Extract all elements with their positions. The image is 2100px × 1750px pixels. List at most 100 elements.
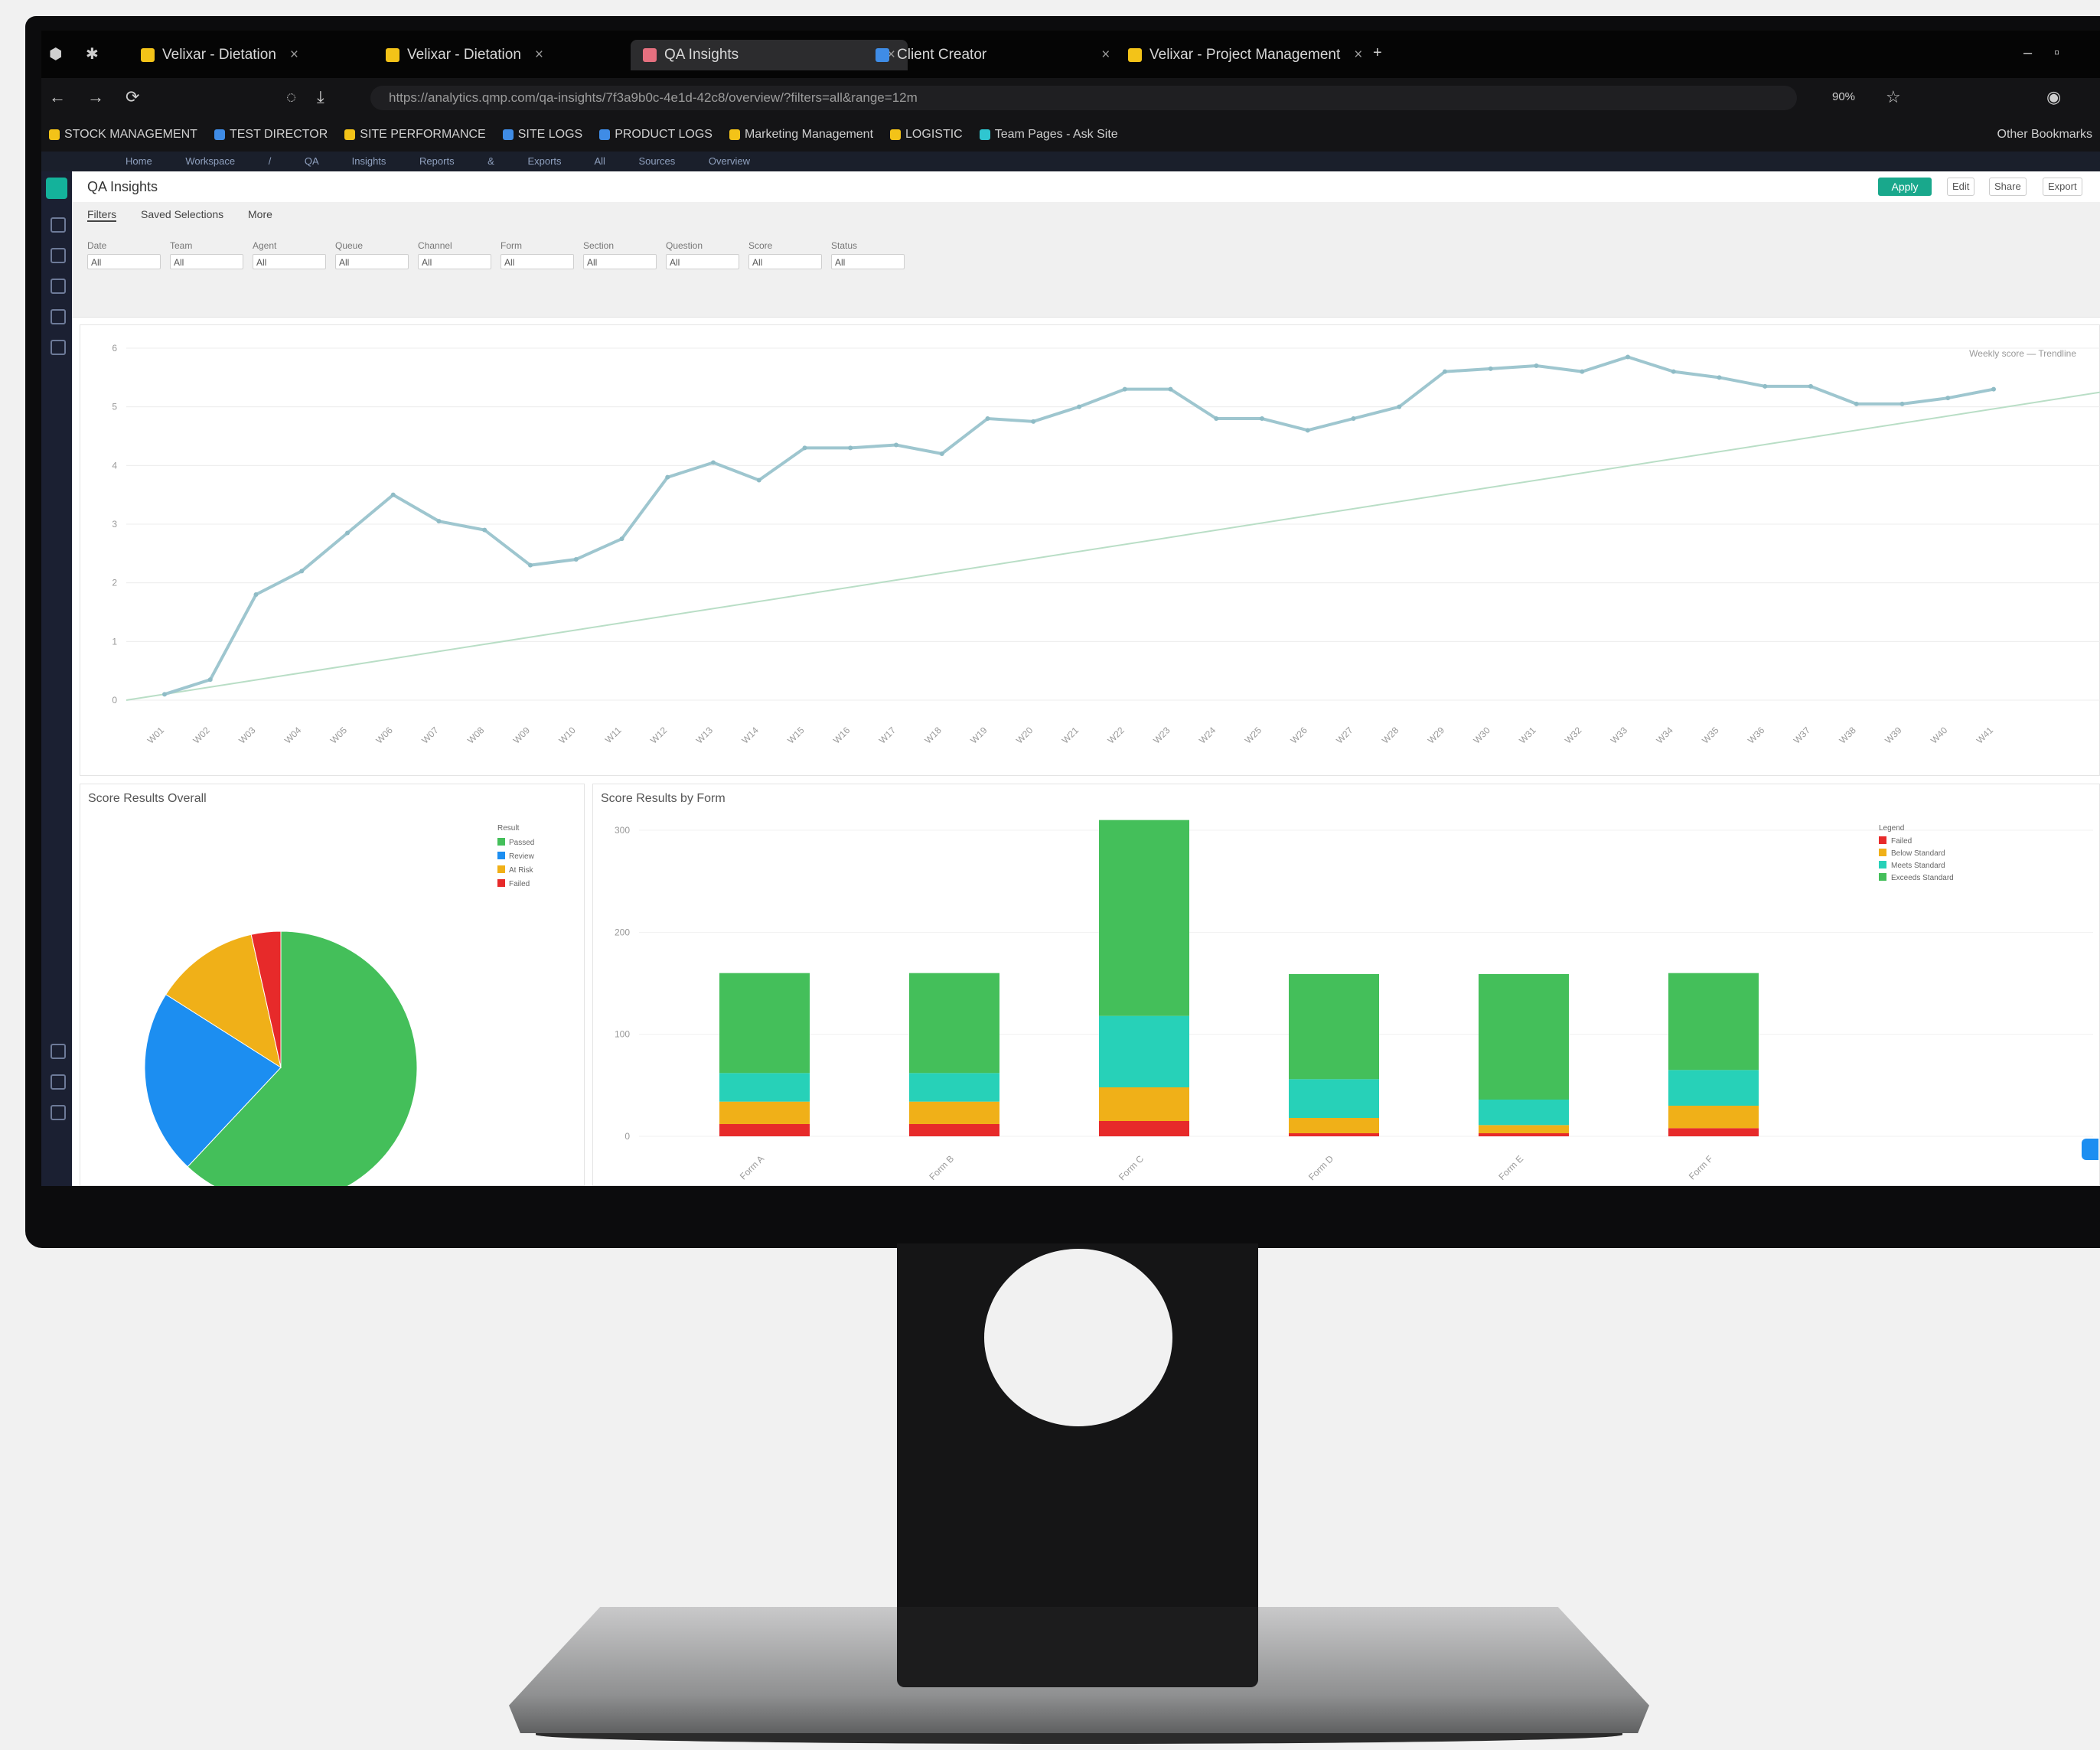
app-strip-item[interactable]: Overview — [709, 155, 750, 167]
new-tab-button[interactable]: + — [1373, 44, 1382, 62]
browser-tab-bar: ⬢ ✱ Velixar - Dietation × Velixar - Diet… — [41, 31, 2100, 78]
tab-more[interactable]: More — [248, 208, 272, 220]
data-point — [1351, 416, 1356, 421]
users-icon[interactable] — [51, 309, 66, 324]
bookmark-item[interactable]: PRODUCT LOGS — [599, 128, 712, 142]
app-strip-item[interactable]: Workspace / QA Insights — [185, 155, 386, 167]
bar-segment — [1289, 1079, 1379, 1118]
bookmark-star-icon[interactable]: ☆ — [1886, 87, 1901, 107]
back-icon[interactable]: ← — [49, 87, 66, 107]
browser-address-bar: ← → ⟳ ◌ ⤓ https://analytics.qmp.com/qa-i… — [41, 78, 2100, 118]
x-tick-label: Form D — [1306, 1153, 1335, 1182]
x-tick-label: W11 — [603, 725, 624, 745]
filter-label: Queue — [335, 240, 364, 251]
bar-segment — [719, 1101, 810, 1124]
y-tick-label: 200 — [615, 927, 630, 937]
bookmark-item[interactable]: Team Pages - Ask Site — [979, 128, 1118, 142]
tab-saved-selections[interactable]: Saved Selections — [141, 208, 223, 220]
data-point — [1260, 416, 1264, 421]
filter-select[interactable]: All — [831, 254, 905, 269]
data-point — [711, 460, 716, 465]
x-tick-label: Form B — [927, 1153, 956, 1182]
maximize-icon[interactable]: ▫ — [2054, 44, 2059, 62]
filter-select[interactable]: All — [666, 254, 739, 269]
filter-select[interactable]: All — [335, 254, 409, 269]
filter-select[interactable]: All — [501, 254, 574, 269]
x-tick-label: W03 — [236, 725, 258, 746]
x-tick-label: W10 — [557, 725, 579, 746]
bookmark-item[interactable]: SITE PERFORMANCE — [344, 128, 486, 142]
bar-segment — [909, 1101, 999, 1124]
filter-label: Score — [748, 240, 773, 251]
app-strip-item[interactable]: Home — [126, 155, 152, 167]
browser-tab[interactable]: Client Creator × — [876, 43, 1110, 67]
zoom-level[interactable]: 90% — [1832, 90, 1855, 103]
minimize-icon[interactable]: – — [2023, 44, 2032, 62]
profile-icon[interactable]: ◉ — [2046, 87, 2061, 107]
bar-segment — [1479, 974, 1569, 1100]
filter-label: Channel — [418, 240, 452, 251]
url-field[interactable]: https://analytics.qmp.com/qa-insights/7f… — [370, 86, 1797, 110]
filter-select[interactable]: All — [170, 254, 243, 269]
filter-select[interactable]: All — [748, 254, 822, 269]
filter-group: Queue All — [335, 240, 412, 269]
close-icon[interactable]: × — [1354, 47, 1362, 64]
app-strip-item[interactable]: Reports & Exports — [419, 155, 562, 167]
help-icon[interactable] — [51, 1044, 66, 1059]
x-tick-label: W32 — [1563, 725, 1584, 746]
share-button[interactable]: Share — [1989, 178, 2027, 196]
download-icon[interactable]: ⤓ — [317, 87, 324, 107]
app-strip-item[interactable]: All Sources — [594, 155, 675, 167]
data-point — [1854, 401, 1859, 406]
app-logo-icon[interactable] — [46, 178, 67, 199]
bookmark-item[interactable]: SITE LOGS — [502, 128, 583, 142]
filter-select[interactable]: All — [253, 254, 326, 269]
bookmark-item[interactable]: Marketing Management — [729, 128, 873, 142]
legend-swatch — [497, 852, 505, 859]
filter-label: Agent — [253, 240, 277, 251]
edit-button[interactable]: Edit — [1947, 178, 1975, 196]
data-point — [1717, 375, 1722, 380]
chat-widget-icon[interactable] — [2082, 1139, 2098, 1160]
shield-icon[interactable]: ◌ — [286, 87, 296, 107]
apply-button[interactable]: Apply — [1878, 178, 1932, 196]
profile-icon[interactable] — [51, 1105, 66, 1120]
reports-icon[interactable] — [51, 279, 66, 294]
close-icon[interactable]: × — [290, 47, 298, 64]
browser-tab[interactable]: Velixar - Dietation × — [386, 43, 543, 67]
tab-label: QA Insights — [664, 47, 739, 63]
browser-tab-active[interactable]: QA Insights × — [631, 40, 908, 70]
dashboard-icon[interactable] — [51, 248, 66, 263]
browser-tab[interactable]: Velixar - Dietation × — [141, 43, 298, 67]
page-title: QA Insights — [87, 179, 158, 194]
blue-app-icon — [876, 48, 889, 62]
home-icon[interactable] — [51, 217, 66, 233]
bookmarks-bar: STOCK MANAGEMENT TEST DIRECTOR SITE PERF… — [41, 118, 2100, 152]
legend-swatch — [1879, 861, 1886, 868]
browser-tab[interactable]: Velixar - Project Management × — [1128, 43, 1362, 67]
filter-select[interactable]: All — [87, 254, 161, 269]
settings-icon[interactable] — [51, 340, 66, 355]
bookmark-item[interactable]: LOGISTIC — [890, 128, 963, 142]
bookmark-item[interactable]: STOCK MANAGEMENT — [49, 128, 197, 142]
reload-icon[interactable]: ⟳ — [126, 87, 139, 107]
filter-label: Team — [170, 240, 193, 251]
close-icon[interactable]: × — [535, 47, 543, 64]
line-chart-panel: Weekly score — Trendline 0 1 2 3 4 5 6 W01 W02 W0… — [80, 324, 2100, 776]
data-point — [1031, 419, 1036, 424]
close-icon[interactable]: × — [1101, 47, 1110, 64]
extensions-icon[interactable]: ✱ — [86, 44, 99, 64]
other-bookmarks[interactable]: Other Bookmarks — [1997, 128, 2092, 142]
cyan-page-icon — [979, 129, 990, 140]
bar-segment — [1099, 1087, 1189, 1121]
export-button[interactable]: Export — [2043, 178, 2082, 196]
forward-icon[interactable]: → — [87, 87, 104, 107]
bar-segment — [1479, 1125, 1569, 1133]
browser-menu-icon[interactable]: ⬢ — [49, 44, 62, 64]
tab-filters[interactable]: Filters — [87, 208, 117, 222]
filter-select[interactable]: All — [418, 254, 491, 269]
notifications-icon[interactable] — [51, 1074, 66, 1090]
bookmark-item[interactable]: TEST DIRECTOR — [214, 128, 328, 142]
filter-select[interactable]: All — [583, 254, 657, 269]
bookmark-label: SITE LOGS — [517, 128, 583, 141]
